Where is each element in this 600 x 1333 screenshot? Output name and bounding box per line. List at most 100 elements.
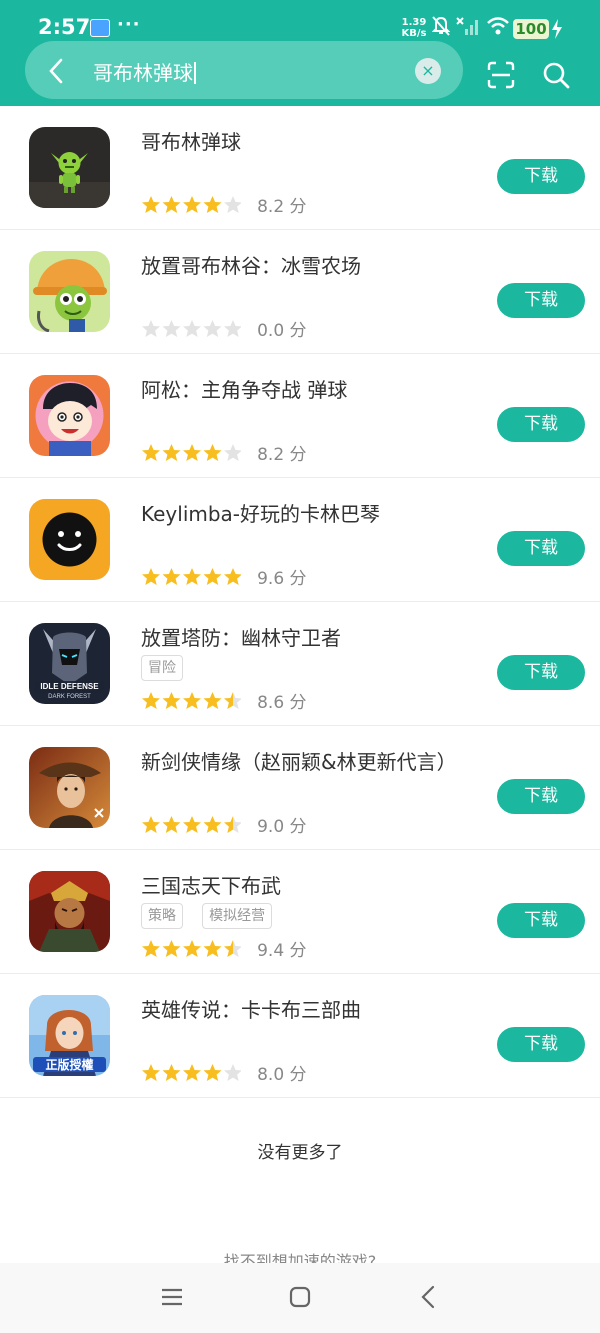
download-button[interactable]: 下载	[497, 531, 585, 566]
back-icon[interactable]	[418, 1285, 438, 1309]
star-filled-icon	[203, 567, 222, 585]
muted-bell-icon	[432, 16, 450, 36]
star-filled-icon	[162, 939, 181, 957]
system-nav-bar	[0, 1263, 600, 1333]
list-item[interactable]: 哥布林弹球 8.2 分 下载	[0, 106, 600, 230]
star-filled-icon	[183, 567, 201, 585]
star-rating	[141, 195, 241, 215]
star-filled-icon	[162, 691, 181, 709]
download-button[interactable]: 下载	[497, 655, 585, 690]
download-button[interactable]: 下载	[497, 407, 585, 442]
star-filled-icon	[183, 815, 201, 833]
download-button[interactable]: 下载	[497, 159, 585, 194]
star-filled-icon	[162, 443, 181, 461]
download-button[interactable]: 下载	[497, 283, 585, 318]
header: 2:57 ··· 1.39 KB/s 100 哥布林弹球 ×	[0, 0, 600, 106]
score: 8.2 分	[257, 445, 307, 465]
star-filled-icon	[203, 939, 222, 957]
star-empty-icon	[162, 319, 181, 337]
app-icon-legend-heroes: 正版授權	[29, 995, 110, 1076]
list-item[interactable]: IDLE DEFENSE DARK FOREST 放置塔防：幽林守卫者 冒险 8…	[0, 602, 600, 726]
app-icon-idle-goblin-valley	[29, 251, 110, 332]
end-of-list-text: 没有更多了	[257, 1143, 343, 1163]
rating: 9.6 分	[141, 564, 307, 589]
app-icon-osomatsu	[29, 375, 110, 456]
star-filled-icon	[203, 195, 222, 213]
star-empty-icon	[224, 443, 241, 461]
rating: 9.0 分	[141, 812, 307, 837]
rating: 0.0 分	[141, 316, 307, 341]
search-bar[interactable]: 哥布林弹球 ×	[25, 41, 463, 99]
charging-icon	[552, 19, 562, 39]
star-filled-icon	[142, 443, 160, 461]
score: 9.6 分	[257, 569, 307, 589]
score: 9.0 分	[257, 817, 307, 837]
star-filled-icon	[142, 691, 160, 709]
star-filled-icon	[203, 691, 222, 709]
battery-indicator: 100	[513, 19, 549, 39]
star-empty-icon	[224, 195, 241, 213]
star-rating	[141, 319, 241, 339]
score: 8.0 分	[257, 1065, 307, 1085]
star-rating	[141, 939, 241, 959]
star-rating	[141, 815, 241, 835]
star-empty-icon	[183, 319, 201, 337]
network-speed: 1.39 KB/s	[401, 17, 427, 39]
menu-icon[interactable]	[160, 1285, 184, 1309]
search-icon[interactable]	[542, 61, 570, 89]
download-button[interactable]: 下载	[497, 1027, 585, 1062]
message-icon	[90, 19, 110, 37]
star-filled-icon	[142, 567, 160, 585]
list-item[interactable]: 正版授權 英雄传说：卡卡布三部曲 8.0 分 下载	[0, 974, 600, 1098]
star-empty-icon	[224, 319, 241, 337]
rating: 8.0 分	[141, 1060, 307, 1085]
star-rating	[141, 567, 241, 587]
tag-list: 策略 模拟经营	[141, 903, 286, 929]
star-filled-icon	[203, 443, 222, 461]
list-item[interactable]: 三国志天下布武 策略 模拟经营 9.4 分 下载	[0, 850, 600, 974]
star-half-icon	[224, 691, 241, 709]
star-empty-icon	[203, 319, 222, 337]
app-name: 三国志天下布武	[141, 874, 281, 898]
app-icon-three-kingdoms	[29, 871, 110, 952]
wifi-icon	[487, 17, 509, 35]
svg-text:DARK FOREST: DARK FOREST	[48, 694, 91, 700]
star-empty-icon	[142, 319, 160, 337]
list-item[interactable]: 新剑侠情缘（赵丽颖&林更新代言） 9.0 分 下载	[0, 726, 600, 850]
no-signal-icon	[456, 17, 478, 35]
app-name: Keylimba-好玩的卡林巴琴	[141, 502, 381, 526]
tag: 策略	[141, 903, 183, 929]
app-icon-goblin-pinball	[29, 127, 110, 208]
star-filled-icon	[183, 939, 201, 957]
app-icon-idle-defense: IDLE DEFENSE DARK FOREST	[29, 623, 110, 704]
svg-text:正版授權: 正版授權	[45, 1057, 93, 1072]
app-name: 新剑侠情缘（赵丽颖&林更新代言）	[141, 750, 457, 774]
tag-list: 冒险	[141, 655, 197, 681]
score: 8.2 分	[257, 197, 307, 217]
app-name: 英雄传说：卡卡布三部曲	[141, 998, 361, 1022]
search-input[interactable]: 哥布林弹球	[93, 57, 196, 86]
app-name: 放置哥布林谷：冰雪农场	[141, 254, 361, 278]
list-item[interactable]: 阿松：主角争夺战 弹球 8.2 分 下载	[0, 354, 600, 478]
list-item[interactable]: Keylimba-好玩的卡林巴琴 9.6 分 下载	[0, 478, 600, 602]
scan-icon[interactable]	[487, 61, 515, 89]
score: 9.4 分	[257, 941, 307, 961]
app-name: 哥布林弹球	[141, 130, 241, 154]
star-filled-icon	[162, 195, 181, 213]
rating: 9.4 分	[141, 936, 307, 961]
star-filled-icon	[203, 1063, 222, 1081]
star-filled-icon	[183, 195, 201, 213]
star-filled-icon	[162, 1063, 181, 1081]
download-button[interactable]: 下载	[497, 903, 585, 938]
back-arrow-icon[interactable]	[48, 58, 64, 84]
list-item[interactable]: 放置哥布林谷：冰雪农场 0.0 分 下载	[0, 230, 600, 354]
download-button[interactable]: 下载	[497, 779, 585, 814]
star-filled-icon	[224, 567, 241, 585]
clear-icon[interactable]: ×	[415, 58, 441, 84]
home-icon[interactable]	[288, 1285, 312, 1309]
star-empty-icon	[224, 1063, 241, 1081]
result-list: 哥布林弹球 8.2 分 下载 放置哥布林谷：冰雪农场 0.0 分 下载 阿松：主…	[0, 106, 600, 1098]
star-half-icon	[224, 815, 241, 833]
app-name: 放置塔防：幽林守卫者	[141, 626, 341, 650]
app-name: 阿松：主角争夺战 弹球	[141, 378, 348, 402]
